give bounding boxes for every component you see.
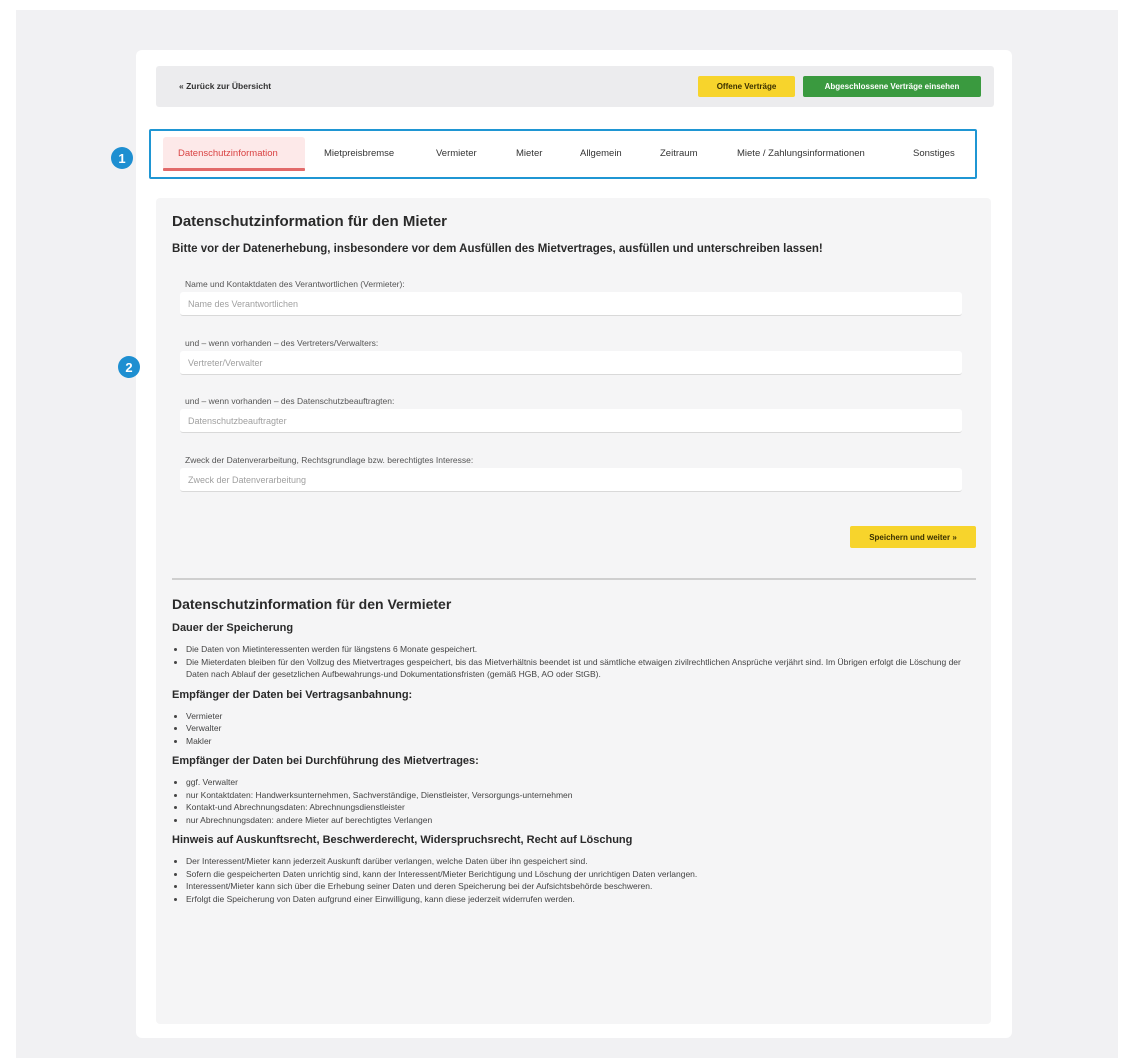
tab-sonstiges[interactable]: Sonstiges xyxy=(913,148,955,159)
active-tab-underline xyxy=(163,168,305,171)
tab-mietpreisbremse[interactable]: Mietpreisbremse xyxy=(324,148,394,159)
list-item: Erfolgt die Speicherung von Daten aufgru… xyxy=(186,893,972,906)
tab-miete-zahlungsinformationen[interactable]: Miete / Zahlungsinformationen xyxy=(737,148,865,159)
list-item: Der Interessent/Mieter kann jederzeit Au… xyxy=(186,855,972,868)
field-label-zweck: Zweck der Datenverarbeitung, Rechtsgrund… xyxy=(185,455,474,465)
open-contracts-button[interactable]: Offene Verträge xyxy=(698,76,795,97)
info-list-recipients-initiation: Vermieter Verwalter Makler xyxy=(172,710,972,748)
info-heading-storage: Dauer der Speicherung xyxy=(172,622,294,634)
list-item: Die Daten von Mietinteressenten werden f… xyxy=(186,643,972,656)
info-list-storage: Die Daten von Mietinteressenten werden f… xyxy=(172,643,972,681)
info-heading-recipients-execution: Empfänger der Daten bei Durchführung des… xyxy=(172,755,479,767)
annotation-badge-2: 2 xyxy=(118,356,140,378)
info-list-rights: Der Interessent/Mieter kann jederzeit Au… xyxy=(172,855,972,905)
verantwortlicher-input[interactable] xyxy=(180,292,962,316)
list-item: nur Abrechnungsdaten: andere Mieter auf … xyxy=(186,814,972,827)
list-item: Die Mieterdaten bleiben für den Vollzug … xyxy=(186,656,972,681)
info-heading-rights: Hinweis auf Auskunftsrecht, Beschwerdere… xyxy=(172,834,633,846)
list-item: Interessent/Mieter kann sich über die Er… xyxy=(186,880,972,893)
landlord-info-section: Datenschutzinformation für den Vermieter… xyxy=(172,596,972,913)
section-divider xyxy=(172,578,976,580)
list-item: Verwalter xyxy=(186,722,972,735)
form-title: Datenschutzinformation für den Mieter xyxy=(172,213,448,230)
form-subtitle: Bitte vor der Datenerhebung, insbesonder… xyxy=(172,243,823,255)
list-item: Vermieter xyxy=(186,710,972,723)
closed-contracts-button[interactable]: Abgeschlossene Verträge einsehen xyxy=(803,76,981,97)
tab-allgemein[interactable]: Allgemein xyxy=(580,148,622,159)
list-item: Sofern die gespeicherten Daten unrichtig… xyxy=(186,868,972,881)
info-list-recipients-execution: ggf. Verwalter nur Kontaktdaten: Handwer… xyxy=(172,776,972,826)
annotation-badge-1: 1 xyxy=(111,147,133,169)
list-item: Makler xyxy=(186,735,972,748)
datenschutzbeauftragter-input[interactable] xyxy=(180,409,962,433)
list-item: Kontakt-und Abrechnungsdaten: Abrechnung… xyxy=(186,801,972,814)
tab-zeitraum[interactable]: Zeitraum xyxy=(660,148,697,159)
info-title: Datenschutzinformation für den Vermieter xyxy=(172,596,452,612)
list-item: ggf. Verwalter xyxy=(186,776,972,789)
field-label-verantwortlicher: Name und Kontaktdaten des Verantwortlich… xyxy=(185,279,405,289)
list-item: nur Kontaktdaten: Handwerksunternehmen, … xyxy=(186,789,972,802)
info-heading-recipients-initiation: Empfänger der Daten bei Vertragsanbahnun… xyxy=(172,688,413,701)
zweck-input[interactable] xyxy=(180,468,962,492)
field-label-datenschutzbeauftragter: und – wenn vorhanden – des Datenschutzbe… xyxy=(185,396,395,406)
back-to-overview-link[interactable]: « Zurück zur Übersicht xyxy=(179,81,271,91)
field-label-vertreter: und – wenn vorhanden – des Vertreters/Ve… xyxy=(185,338,379,348)
tab-mieter[interactable]: Mieter xyxy=(516,148,542,159)
save-and-continue-button[interactable]: Speichern und weiter » xyxy=(850,526,976,548)
tab-datenschutzinformation[interactable]: Datenschutzinformation xyxy=(178,148,278,159)
tab-vermieter[interactable]: Vermieter xyxy=(436,148,477,159)
vertreter-input[interactable] xyxy=(180,351,962,375)
